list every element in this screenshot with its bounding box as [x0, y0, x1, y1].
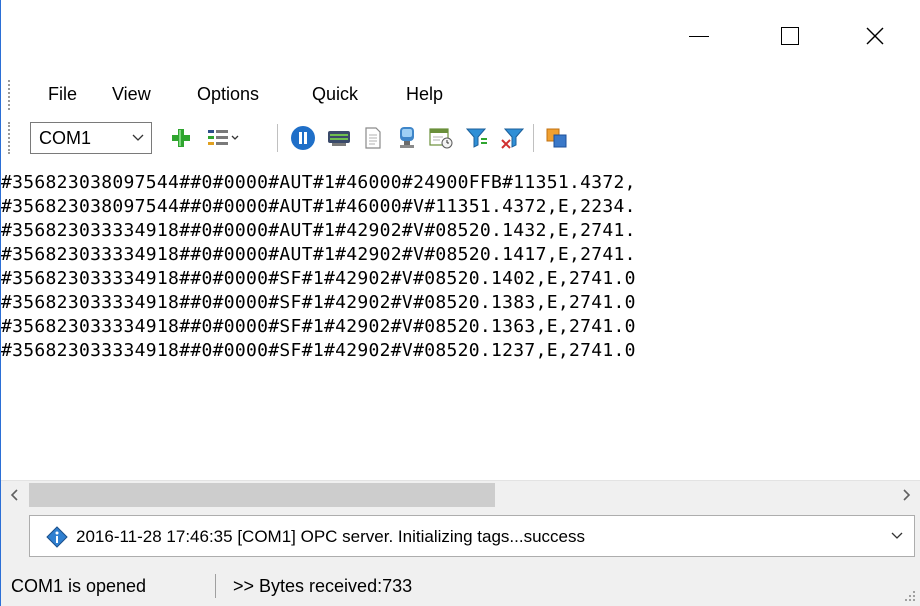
filter-button[interactable]: [463, 124, 491, 152]
close-button[interactable]: [852, 18, 898, 54]
maximize-icon: [781, 27, 799, 45]
serial-port-button[interactable]: [325, 124, 353, 152]
scheduler-button[interactable]: [427, 124, 455, 152]
add-icon: [172, 129, 190, 147]
filter-icon: [465, 128, 487, 148]
resize-grip-icon[interactable]: [904, 590, 916, 602]
columns-menu-icon: [208, 130, 239, 145]
terminal-line: #356823033334918##0#0000#AUT#1#42902#V#0…: [1, 244, 636, 265]
terminal-line: #356823033334918##0#0000#SF#1#42902#V#08…: [1, 316, 636, 337]
pause-button[interactable]: [289, 124, 317, 152]
port-select[interactable]: COM1: [30, 122, 152, 154]
scroll-right-button[interactable]: [892, 481, 920, 509]
document-button[interactable]: [359, 124, 387, 152]
terminal-line: #356823033334918##0#0000#SF#1#42902#V#08…: [1, 268, 636, 289]
terminal-line: #356823033334918##0#0000#AUT#1#42902#V#0…: [1, 220, 636, 241]
document-icon: [365, 127, 381, 149]
menu-help[interactable]: Help: [403, 84, 446, 105]
port-status: COM1 is opened: [11, 576, 147, 596]
chevron-down-icon: [891, 532, 903, 539]
pause-icon: [291, 126, 315, 150]
scroll-thumb[interactable]: [29, 483, 495, 507]
toolbar: COM1: [1, 118, 920, 158]
log-panel: 2016-11-28 17:46:35 [COM1] OPC server. I…: [1, 508, 920, 566]
close-icon: [866, 27, 884, 45]
terminal-line: #356823033334918##0#0000#SF#1#42902#V#08…: [1, 292, 636, 313]
monitor-button[interactable]: [393, 124, 421, 152]
port-select-value: COM1: [39, 128, 92, 148]
serial-port-icon: [328, 131, 350, 146]
chevron-down-icon: [132, 134, 144, 141]
monitor-icon: [400, 127, 414, 148]
app-window: File View Options Quick Help COM1 #35682…: [0, 0, 920, 606]
horizontal-scrollbar[interactable]: [1, 480, 920, 508]
terminal-line: #356823038097544##0#0000#AUT#1#46000#V#1…: [1, 196, 636, 217]
columns-menu-button[interactable]: [205, 124, 241, 152]
status-separator: [215, 574, 216, 598]
menu-quick[interactable]: Quick: [309, 84, 361, 105]
add-button[interactable]: [167, 124, 195, 152]
menu-view[interactable]: View: [109, 84, 154, 105]
log-message: 2016-11-28 17:46:35 [COM1] OPC server. I…: [76, 527, 585, 546]
toolbar-separator-2: [533, 124, 534, 152]
menu-bar: File View Options Quick Help: [1, 78, 920, 112]
maximize-button[interactable]: [767, 18, 813, 54]
export-icon: [546, 128, 567, 148]
menubar-grip[interactable]: [8, 80, 10, 110]
chevron-right-icon: [903, 489, 911, 501]
info-diamond-icon: [46, 526, 68, 548]
title-bar[interactable]: [1, 0, 920, 72]
minimize-button[interactable]: [676, 18, 722, 54]
log-dropdown[interactable]: 2016-11-28 17:46:35 [COM1] OPC server. I…: [29, 515, 915, 557]
scroll-left-button[interactable]: [1, 481, 29, 509]
status-bar: COM1 is opened >> Bytes received:733: [1, 566, 920, 606]
toolbar-grip[interactable]: [8, 122, 10, 154]
toolbar-separator: [277, 124, 278, 152]
scheduler-icon: [429, 128, 453, 149]
filter-remove-button[interactable]: [499, 124, 527, 152]
terminal-output[interactable]: #356823038097544##0#0000#AUT#1#46000#249…: [1, 160, 920, 480]
filter-remove-icon: [501, 128, 525, 149]
chevron-left-icon: [10, 489, 18, 501]
bytes-received: >> Bytes received:733: [233, 576, 413, 596]
terminal-line: #356823038097544##0#0000#AUT#1#46000#249…: [1, 172, 636, 193]
terminal-line: #356823033334918##0#0000#SF#1#42902#V#08…: [1, 340, 636, 361]
export-button[interactable]: [543, 124, 571, 152]
minimize-icon: [689, 35, 709, 37]
menu-options[interactable]: Options: [194, 84, 262, 105]
menu-file[interactable]: File: [45, 84, 80, 105]
